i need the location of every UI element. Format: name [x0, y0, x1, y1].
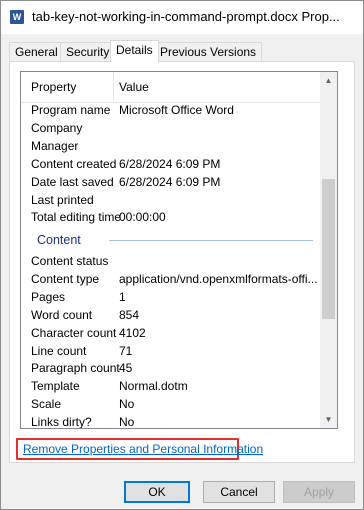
word-document-icon: W	[10, 10, 24, 24]
property-value[interactable]: 6/28/2024 6:09 PM	[119, 155, 319, 173]
property-name: Company	[31, 120, 83, 135]
property-row[interactable]: Company	[21, 119, 321, 137]
vertical-scrollbar[interactable]: ▲ ▼	[320, 72, 337, 428]
property-row[interactable]: Content status	[21, 252, 321, 270]
property-row[interactable]: Paragraph count 45	[21, 359, 321, 377]
property-name: Character count	[31, 325, 117, 340]
properties-dialog: W tab-key-not-working-in-command-prompt.…	[0, 0, 364, 510]
property-row[interactable]: Template Normal.dotm	[21, 377, 321, 395]
group-divider	[109, 240, 313, 241]
tab-general[interactable]: General	[9, 42, 64, 61]
property-value[interactable]: No	[119, 413, 319, 428]
property-row[interactable]: Links dirty? No	[21, 413, 321, 429]
property-row[interactable]: Program name Microsoft Office Word	[21, 101, 321, 119]
group-label: Content	[37, 233, 81, 247]
property-name: Content type	[31, 271, 100, 286]
property-row[interactable]: Manager	[21, 137, 321, 155]
column-property-header[interactable]: Property	[31, 80, 76, 94]
remove-properties-link[interactable]: Remove Properties and Personal Informati…	[23, 442, 263, 456]
properties-list[interactable]: Property Value Program name Microsoft Off…	[20, 71, 338, 429]
column-value-header[interactable]: Value	[119, 80, 149, 94]
tab-previous-versions[interactable]: Previous Versions	[154, 42, 263, 61]
property-name: Last printed	[31, 192, 94, 207]
property-row[interactable]: Content created 6/28/2024 6:09 PM	[21, 155, 321, 173]
property-value[interactable]: application/vnd.openxmlformats-offi...	[119, 270, 319, 288]
property-value[interactable]: 4102	[119, 324, 319, 342]
property-name: Line count	[31, 343, 87, 358]
property-row[interactable]: Word count 854	[21, 306, 321, 324]
property-row[interactable]: Date last saved 6/28/2024 6:09 PM	[21, 173, 321, 191]
property-name: Template	[31, 379, 80, 394]
property-name: Content status	[31, 254, 109, 268]
property-name: Pages	[31, 289, 66, 304]
tab-security[interactable]: Security	[60, 42, 116, 61]
ok-button[interactable]: OK	[124, 481, 190, 503]
property-row[interactable]: Line count 71	[21, 342, 321, 360]
cancel-button[interactable]: Cancel	[203, 481, 275, 503]
property-name: Program name	[31, 103, 111, 117]
scrollbar-thumb[interactable]	[322, 179, 335, 319]
property-value[interactable]: Microsoft Office Word	[119, 101, 319, 119]
window-title: tab-key-not-working-in-command-prompt.do…	[32, 9, 340, 24]
highlight-box: Remove Properties and Personal Informati…	[16, 438, 263, 460]
property-name: Manager	[31, 138, 79, 153]
property-row[interactable]: Last printed	[21, 191, 321, 209]
property-name: Total editing time	[31, 210, 122, 225]
property-name: Links dirty?	[31, 415, 92, 429]
apply-button[interactable]: Apply	[283, 481, 355, 503]
property-row[interactable]: Pages 1	[21, 288, 321, 306]
property-value[interactable]: 45	[119, 359, 319, 377]
property-value[interactable]: 1	[119, 288, 319, 306]
property-name: Date last saved	[31, 174, 114, 189]
property-name: Content created	[31, 156, 117, 171]
property-row[interactable]: Total editing time 00:00:00	[21, 208, 321, 226]
tab-details[interactable]: Details	[110, 40, 159, 62]
property-row[interactable]: Scale No	[21, 395, 321, 413]
column-divider[interactable]	[113, 72, 114, 100]
property-value[interactable]: No	[119, 395, 319, 413]
scroll-up-icon[interactable]: ▲	[320, 72, 337, 89]
title-bar[interactable]: W tab-key-not-working-in-command-prompt.…	[1, 1, 363, 34]
column-header: Property Value	[21, 72, 321, 103]
group-content: Content	[21, 231, 321, 249]
property-value[interactable]: 00:00:00	[119, 208, 319, 226]
property-value[interactable]: Normal.dotm	[119, 377, 319, 395]
property-name: Paragraph count	[31, 361, 120, 376]
property-name: Word count	[31, 307, 93, 322]
property-row[interactable]: Content type application/vnd.openxmlforma…	[21, 270, 321, 288]
property-value[interactable]: 71	[119, 342, 319, 360]
property-row[interactable]: Character count 4102	[21, 324, 321, 342]
property-name: Scale	[31, 397, 62, 412]
property-value[interactable]: 854	[119, 306, 319, 324]
tab-strip: General Security Details Previous Versio…	[9, 40, 355, 62]
property-value[interactable]: 6/28/2024 6:09 PM	[119, 173, 319, 191]
scroll-down-icon[interactable]: ▼	[320, 411, 337, 428]
